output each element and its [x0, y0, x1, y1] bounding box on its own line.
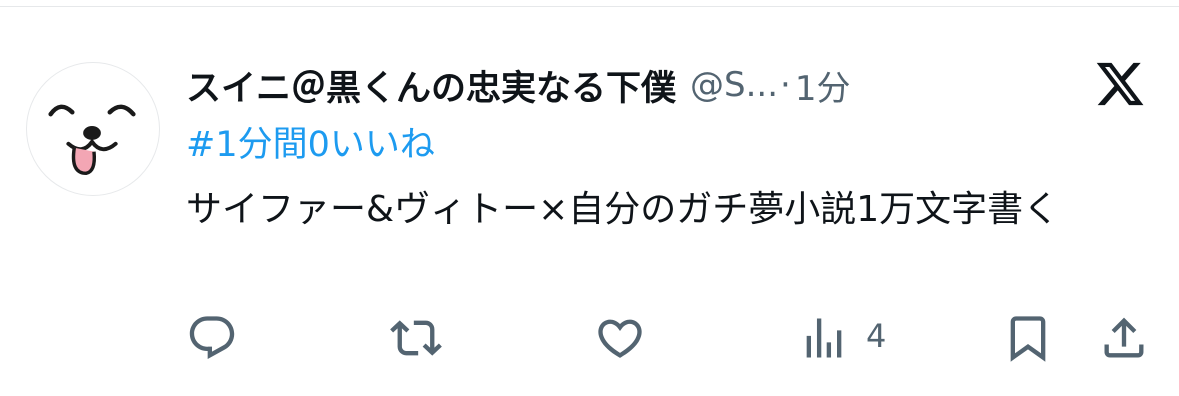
views-count: 4 [866, 317, 887, 355]
views-icon[interactable] [798, 312, 850, 364]
tweet-header: スイニ＠黒くんの忠実なる下僕 @S... · 1分 [186, 58, 850, 112]
reply-icon[interactable] [186, 312, 238, 364]
timestamp[interactable]: 1分 [795, 61, 851, 110]
display-name[interactable]: スイニ＠黒くんの忠実なる下僕 [186, 60, 676, 111]
hashtag-link[interactable]: #1分間0いいね [186, 120, 435, 170]
user-handle[interactable]: @S... [690, 65, 778, 105]
x-logo-icon[interactable] [1094, 58, 1146, 110]
top-divider [0, 6, 1179, 7]
separator-dot: · [780, 65, 791, 105]
avatar[interactable] [26, 62, 160, 196]
smiling-dog-avatar-icon [48, 104, 136, 176]
like-icon[interactable] [594, 312, 646, 364]
bookmark-icon[interactable] [1002, 312, 1054, 364]
retweet-icon[interactable] [390, 312, 442, 364]
tweet-text: サイファー&ヴィトー×自分のガチ夢小説1万文字書く [186, 189, 1060, 230]
share-icon[interactable] [1098, 312, 1150, 364]
